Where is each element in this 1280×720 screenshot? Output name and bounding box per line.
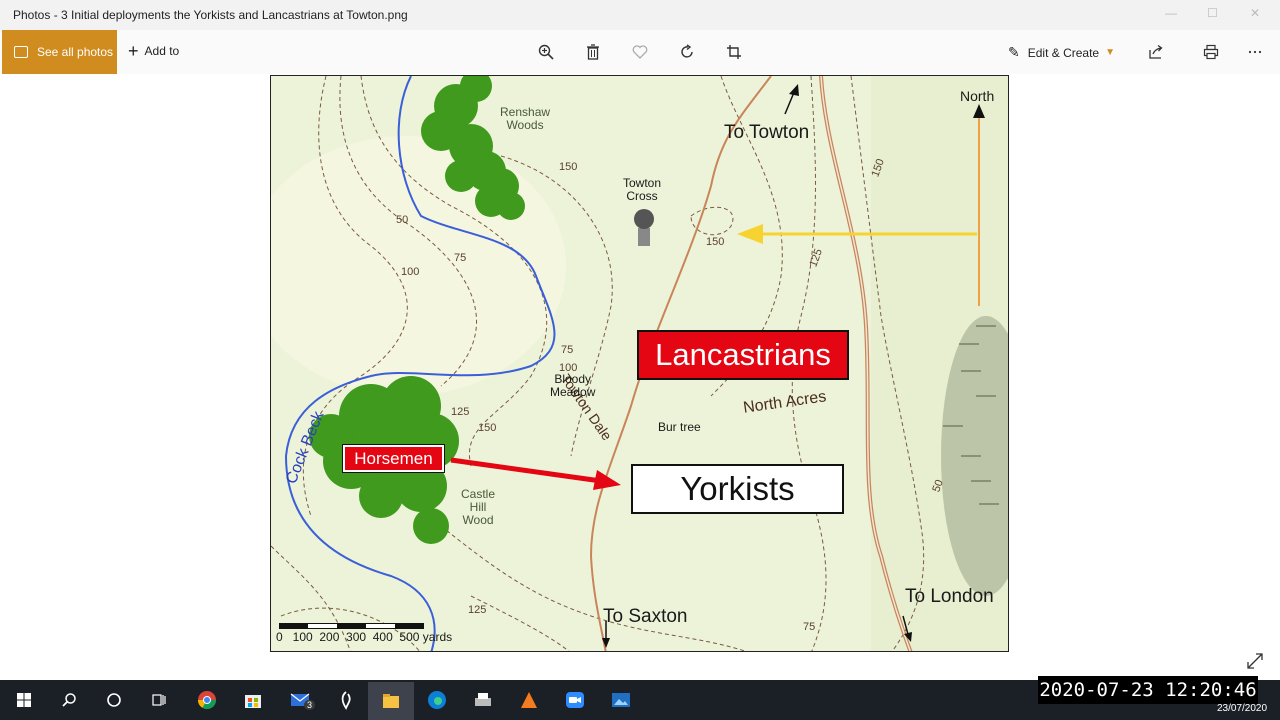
store-icon[interactable] (241, 688, 265, 712)
yorkists-label: Yorkists (631, 464, 844, 514)
chrome-icon[interactable] (195, 688, 219, 712)
photo-image: Renshaw Woods Towton Cross To Towton North… (270, 75, 1009, 652)
favorite-icon[interactable] (631, 43, 649, 61)
towton-cross-label: Towton Cross (623, 176, 662, 203)
plus-icon: + (128, 41, 139, 61)
photos-icon (14, 46, 28, 58)
edge-icon[interactable] (425, 688, 449, 712)
clock-date: 23/07/2020 (1217, 703, 1268, 714)
printer-app-icon[interactable] (471, 688, 495, 712)
to-saxton-label: To Saxton (603, 606, 688, 627)
contour-label: 100 (401, 266, 420, 278)
contour-label: 125 (451, 406, 470, 418)
horsemen-label: Horsemen (342, 444, 445, 473)
maximize-icon[interactable]: ☐ (1207, 6, 1218, 20)
to-towton-label: To Towton (724, 122, 810, 143)
mail-icon[interactable]: 3 (288, 688, 316, 712)
bloody-meadow-label: Bloody Meadow (550, 372, 596, 399)
vlc-icon[interactable] (517, 688, 541, 712)
castle-hill-wood-label: Castle Hill Wood (461, 487, 496, 527)
contour-label: 50 (396, 214, 409, 226)
bur-tree-label: Bur tree (658, 420, 701, 434)
zoom-icon[interactable] (537, 43, 555, 61)
rotate-icon[interactable] (678, 43, 696, 61)
cortana-icon[interactable] (102, 688, 126, 712)
contour-label: 150 (478, 422, 497, 434)
contour-label: 150 (706, 236, 725, 248)
contour-label: 75 (561, 344, 574, 356)
photos-app-icon[interactable] (609, 688, 633, 712)
mail-badge: 3 (304, 700, 316, 710)
fullscreen-icon[interactable] (1246, 652, 1264, 670)
windows-start-icon[interactable] (12, 688, 36, 712)
chevron-down-icon: ▼ (1105, 47, 1116, 58)
add-to-label: Add to (144, 44, 180, 58)
video-timestamp-overlay: 2020-07-23 12:20:46 (1038, 676, 1258, 704)
search-icon[interactable] (57, 688, 81, 712)
print-icon[interactable] (1202, 43, 1220, 61)
contour-label: 100 (559, 362, 578, 374)
minimize-icon[interactable]: — (1165, 6, 1177, 20)
edit-create-label: Edit & Create (1027, 45, 1100, 60)
contour-label: 125 (468, 604, 487, 616)
zoom-app-icon[interactable] (563, 688, 587, 712)
see-all-photos-button[interactable]: See all photos (2, 30, 117, 74)
window-title: Photos - 3 Initial deployments the Yorki… (13, 8, 408, 22)
edit-create-icon: ✎ (1008, 44, 1020, 60)
more-icon[interactable] (1246, 43, 1264, 61)
lancastrians-label: Lancastrians (637, 330, 849, 380)
renshaw-woods-label: Renshaw Woods (500, 105, 551, 132)
app-icon[interactable] (334, 688, 358, 712)
see-all-photos-label: See all photos (37, 45, 114, 59)
contour-label: 150 (559, 161, 578, 173)
add-to-button[interactable]: + Add to (128, 41, 180, 61)
crop-icon[interactable] (725, 43, 743, 61)
to-london-label: To London (905, 586, 994, 607)
task-view-icon[interactable] (147, 688, 171, 712)
close-icon[interactable]: ✕ (1250, 6, 1260, 20)
title-bar: Photos - 3 Initial deployments the Yorki… (0, 0, 1280, 30)
contour-label: 75 (454, 252, 467, 264)
share-icon[interactable] (1147, 43, 1165, 61)
contour-label: 75 (803, 621, 816, 633)
edit-create-button[interactable]: ✎ Edit & Create ▼ (1008, 44, 1115, 61)
file-explorer-icon[interactable] (368, 682, 414, 720)
delete-icon[interactable] (584, 43, 602, 61)
north-label: North (960, 88, 995, 104)
scale-label: 0 100 200 300 400 500 yards (276, 630, 453, 644)
